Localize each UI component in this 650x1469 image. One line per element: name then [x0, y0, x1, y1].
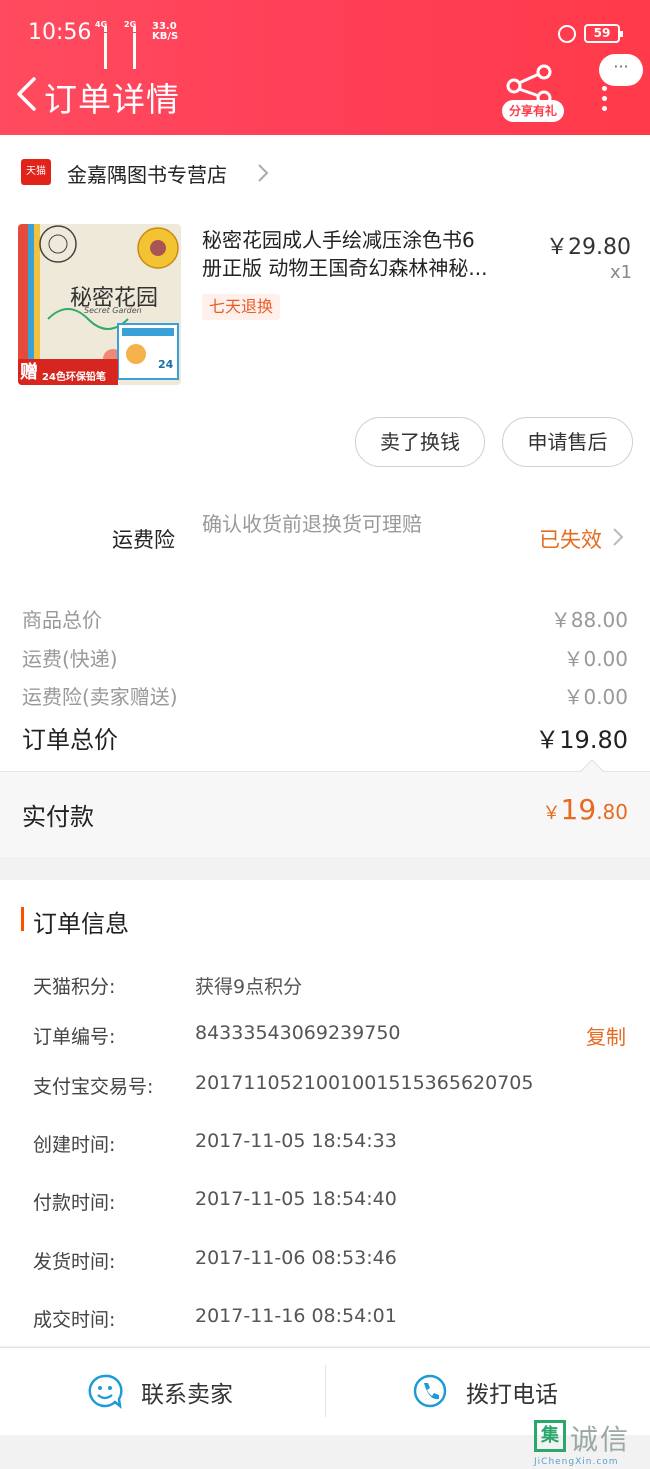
paid-notch-fill [581, 761, 603, 772]
cover-subtitle: Secret Garden [84, 306, 142, 315]
fee-row-shipping: 运费(快递) ￥0.00 [22, 647, 628, 671]
section-accent-bar [21, 907, 24, 931]
page-title: 订单详情 [44, 80, 180, 119]
product-quantity: x1 [610, 262, 633, 283]
product-title[interactable]: 秘密花园成人手绘减压涂色书6 册正版 动物王国奇幻森林神秘... [202, 226, 532, 282]
message-bubble-icon[interactable]: ··· [599, 54, 643, 86]
status-time: 10:56 [28, 20, 92, 45]
fee-row-goods: 商品总价 ￥88.00 [22, 608, 628, 632]
fee-row-insurance: 运费险(卖家赠送) ￥0.00 [22, 685, 628, 709]
order-total-row: 订单总价 ￥19.80 [22, 726, 628, 754]
battery-icon: 59 [584, 24, 623, 43]
info-row-points: 天猫积分: 获得9点积分 [33, 976, 303, 998]
watermark-url: JiChengXin.com [534, 1457, 619, 1467]
watermark-logo: 集 [534, 1420, 566, 1452]
paid-amount: ￥19.80 [542, 793, 628, 826]
phone-icon[interactable] [412, 1373, 448, 1409]
gift-mark: 赠 [20, 362, 38, 383]
bottom-divider [325, 1365, 326, 1417]
after-sale-button[interactable]: 申请售后 [502, 417, 633, 467]
chevron-right-icon[interactable] [612, 527, 624, 547]
gift-count: 24 [158, 358, 174, 371]
tmall-logo: 天猫 [21, 159, 51, 185]
shipping-insurance-label: 运费险 [112, 528, 175, 552]
status-bar: 10:56 4G 2G 33.0 KB/S 59 [0, 0, 650, 69]
order-info-title: 订单信息 [33, 910, 129, 938]
shipping-insurance-desc: 确认收货前退换货可理赔 [202, 512, 422, 536]
shipping-insurance-status[interactable]: 已失效 [539, 524, 602, 554]
call-phone-button[interactable]: 拨打电话 [466, 1375, 558, 1409]
contact-seller-button[interactable]: 联系卖家 [141, 1375, 233, 1409]
sell-button[interactable]: 卖了换钱 [355, 417, 485, 467]
gift-label: 24色环保铅笔 [42, 372, 106, 383]
paid-label: 实付款 [22, 803, 94, 831]
header-bar: 10:56 4G 2G 33.0 KB/S 59 订单详情 分享有礼 ··· [0, 0, 650, 135]
return-policy-badge: 七天退换 [202, 294, 281, 320]
network-speed: 33.0 KB/S [152, 21, 179, 42]
copy-order-number-button[interactable]: 复制 [586, 1021, 626, 1050]
info-row-created: 创建时间: 2017-11-05 18:54:33 [33, 1130, 397, 1156]
info-row-paid: 付款时间: 2017-11-05 18:54:40 [33, 1188, 397, 1214]
info-row-alipay-number: 支付宝交易号: 2017110521001001515365620705 [33, 1072, 534, 1098]
back-arrow-icon[interactable] [14, 76, 44, 112]
info-row-completed: 成交时间: 2017-11-16 08:54:01 [33, 1305, 397, 1331]
more-menu-icon[interactable] [600, 86, 610, 111]
site-watermark: 集 诚信 JiChengXin.com [530, 1416, 650, 1469]
chat-icon[interactable] [87, 1373, 123, 1409]
chevron-right-icon [258, 164, 269, 182]
info-row-order-number: 订单编号: 84333543069239750 [33, 1022, 401, 1048]
product-image[interactable]: 秘密花园 Secret Garden 赠 24色环保铅笔 24 [18, 224, 181, 385]
product-price: ￥29.80 [546, 235, 631, 260]
share-reward-label[interactable]: 分享有礼 [502, 100, 564, 122]
info-row-shipped: 发货时间: 2017-11-06 08:53:46 [33, 1247, 397, 1273]
watermark-text: 诚信 [570, 1423, 631, 1456]
alarm-icon [558, 25, 576, 43]
store-row[interactable]: 天猫 金嘉隅图书专营店 [0, 155, 650, 195]
store-name[interactable]: 金嘉隅图书专营店 [67, 159, 227, 188]
